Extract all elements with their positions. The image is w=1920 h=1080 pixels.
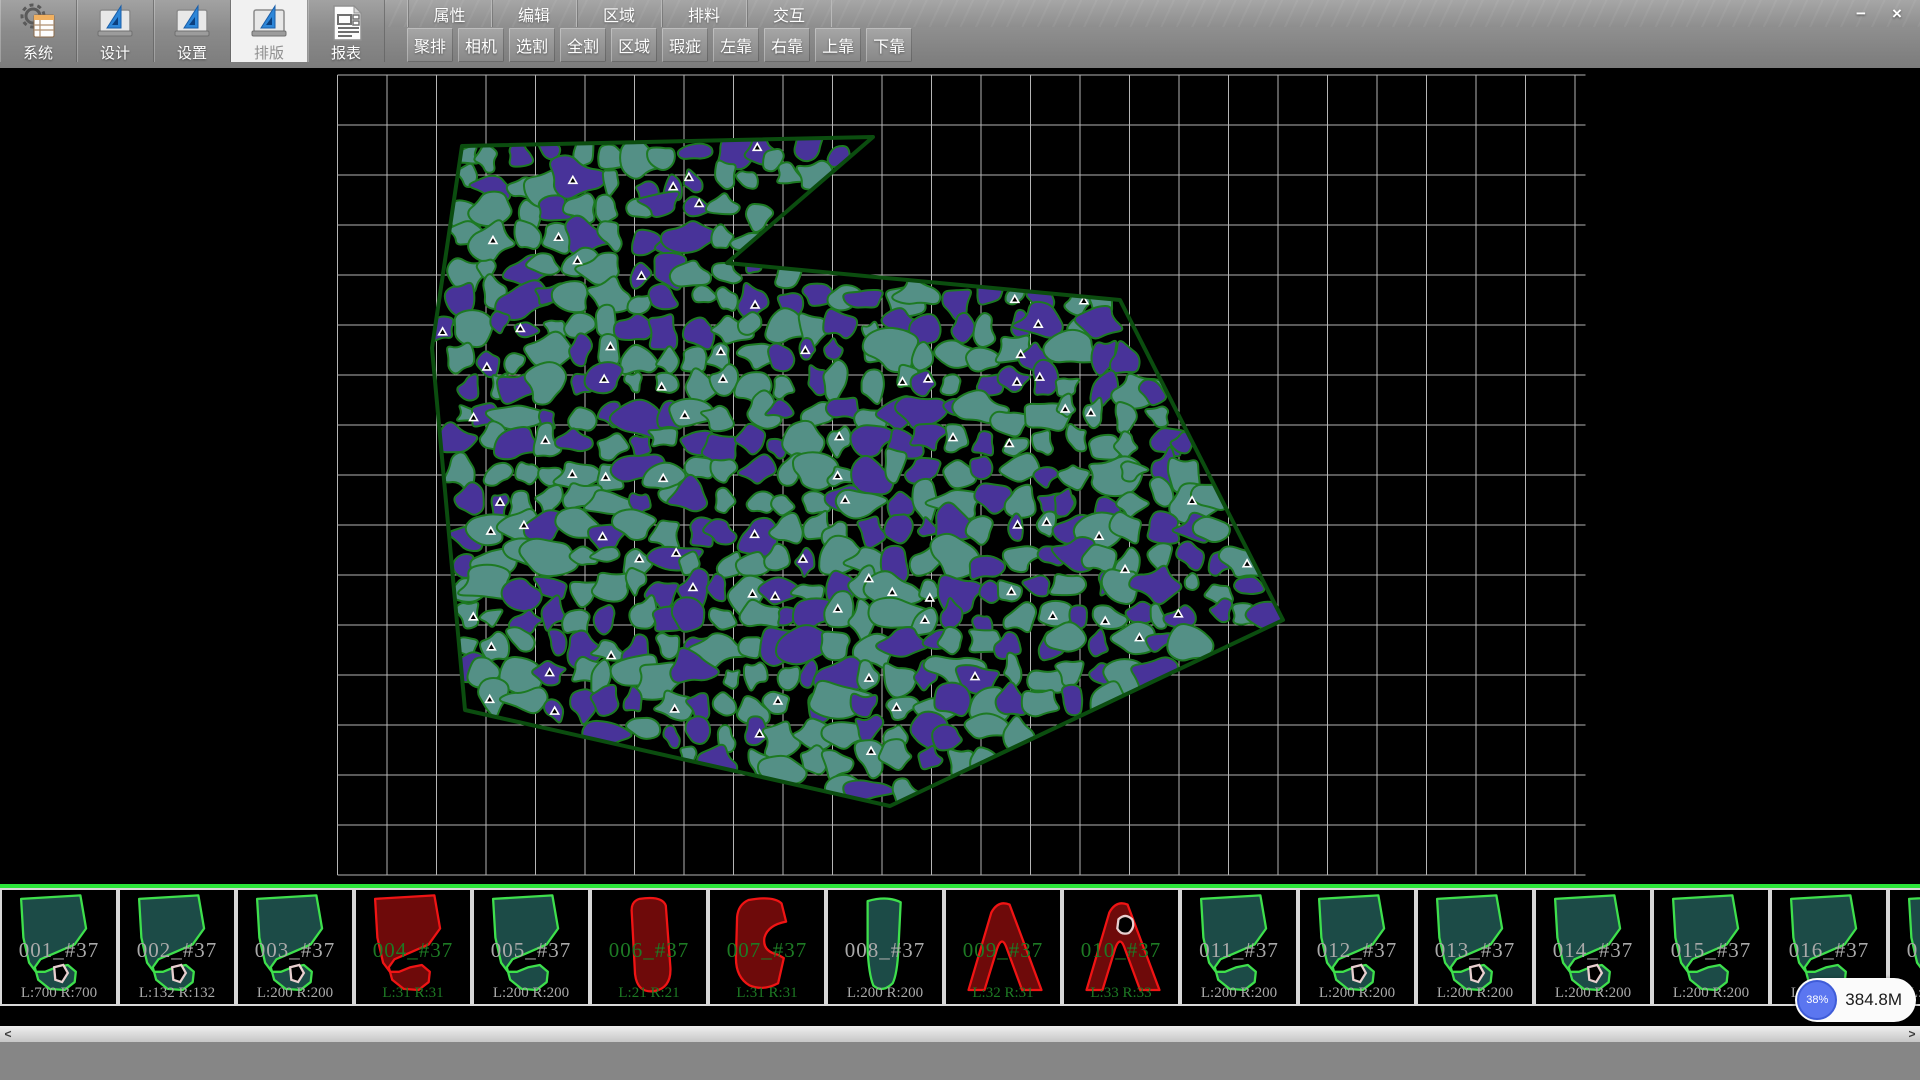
- piece-lr-count: L:200 R:200: [238, 985, 352, 1002]
- window-controls: − ×: [1846, 0, 1920, 27]
- menu-tab-row: 属性编辑区域排料交互 − ×: [385, 0, 1920, 27]
- piece-id: 009_#37: [946, 938, 1060, 963]
- tool-button-3[interactable]: 选割: [509, 28, 555, 62]
- nav-button-3[interactable]: 设置: [154, 0, 231, 62]
- piece-id: 012_#37: [1300, 938, 1414, 963]
- scroll-left-icon[interactable]: <: [0, 1026, 16, 1042]
- piece-lr-count: L:21 R:21: [592, 985, 706, 1002]
- horizontal-scrollbar[interactable]: < >: [0, 1026, 1920, 1042]
- piece-lr-count: L:33 R:33: [1064, 985, 1178, 1002]
- menu-tab-4[interactable]: 排料: [662, 0, 747, 27]
- nav-button-1[interactable]: 系统: [0, 0, 77, 62]
- design-board-icon: [95, 3, 135, 41]
- thumbnail-007_#37[interactable]: 007_#37 L:31 R:31: [708, 888, 826, 1006]
- ribbon: 系统 设计 设置 排版 报表 属性编辑区域排料交互 − × 聚排相机选割全割区域…: [0, 0, 1920, 68]
- tool-button-4[interactable]: 全割: [560, 28, 606, 62]
- piece-id: 017_#37: [1890, 938, 1920, 963]
- main-nav: 系统 设计 设置 排版 报表: [0, 0, 385, 62]
- minimize-button[interactable]: −: [1846, 4, 1876, 24]
- piece-lr-count: L:32 R:31: [946, 985, 1060, 1002]
- memory-status-badge: 38% 384.8M: [1795, 978, 1916, 1022]
- thumbnail-001_#37[interactable]: 001_#37 L:700 R:700: [0, 888, 118, 1006]
- percent-value: 38%: [1806, 994, 1828, 1006]
- report-doc-icon: [326, 3, 366, 41]
- piece-id: 016_#37: [1772, 938, 1886, 963]
- piece-lr-count: L:700 R:700: [2, 985, 116, 1002]
- piece-lr-count: L:200 R:200: [828, 985, 942, 1002]
- nesting-board-icon: [249, 3, 289, 41]
- piece-id: 011_#37: [1182, 938, 1296, 963]
- piece-thumbnail-strip: 001_#37 L:700 R:700 002_#37 L:132 R:132 …: [0, 884, 1920, 1006]
- piece-lr-count: L:31 R:31: [710, 985, 824, 1002]
- percent-indicator: 38%: [1797, 980, 1837, 1020]
- nav-label: 排版: [254, 42, 284, 63]
- nav-label: 系统: [23, 42, 53, 63]
- thumbnail-008_#37[interactable]: 008_#37 L:200 R:200: [826, 888, 944, 1006]
- piece-id: 003_#37: [238, 938, 352, 963]
- menu-tab-2[interactable]: 编辑: [492, 0, 577, 27]
- thumbnail-013_#37[interactable]: 013_#37 L:200 R:200: [1416, 888, 1534, 1006]
- piece-lr-count: L:200 R:200: [1654, 985, 1768, 1002]
- nav-label: 设置: [177, 42, 207, 63]
- nesting-canvas[interactable]: [0, 68, 1920, 884]
- thumbnail-009_#37[interactable]: 009_#37 L:32 R:31: [944, 888, 1062, 1006]
- close-button[interactable]: ×: [1882, 4, 1912, 24]
- tool-button-6[interactable]: 瑕疵: [662, 28, 708, 62]
- tool-button-1[interactable]: 聚排: [407, 28, 453, 62]
- settings-board-icon: [172, 3, 212, 41]
- piece-lr-count: L:200 R:200: [1418, 985, 1532, 1002]
- thumbnail-014_#37[interactable]: 014_#37 L:200 R:200: [1534, 888, 1652, 1006]
- toolbar: 聚排相机选割全割区域瑕疵左靠右靠上靠下靠: [385, 27, 1920, 62]
- piece-id: 002_#37: [120, 938, 234, 963]
- thumbnail-015_#37[interactable]: 015_#37 L:200 R:200: [1652, 888, 1770, 1006]
- tool-button-9[interactable]: 上靠: [815, 28, 861, 62]
- scroll-right-icon[interactable]: >: [1904, 1026, 1920, 1042]
- status-bar: [0, 1042, 1920, 1080]
- piece-lr-count: L:200 R:200: [474, 985, 588, 1002]
- piece-id: 001_#37: [2, 938, 116, 963]
- piece-id: 008_#37: [828, 938, 942, 963]
- piece-id: 007_#37: [710, 938, 824, 963]
- piece-lr-count: L:132 R:132: [120, 985, 234, 1002]
- memory-value: 384.8M: [1845, 990, 1902, 1010]
- thumbnail-006_#37[interactable]: 006_#37 L:21 R:21: [590, 888, 708, 1006]
- thumbnail-003_#37[interactable]: 003_#37 L:200 R:200: [236, 888, 354, 1006]
- tool-button-2[interactable]: 相机: [458, 28, 504, 62]
- tool-button-8[interactable]: 右靠: [764, 28, 810, 62]
- menu-tab-5[interactable]: 交互: [747, 0, 832, 27]
- thumbnail-010_#37[interactable]: 010_#37 L:33 R:33: [1062, 888, 1180, 1006]
- nav-button-5[interactable]: 报表: [308, 0, 385, 62]
- thumbnail-004_#37[interactable]: 004_#37 L:31 R:31: [354, 888, 472, 1006]
- piece-id: 014_#37: [1536, 938, 1650, 963]
- piece-id: 006_#37: [592, 938, 706, 963]
- thumbnail-012_#37[interactable]: 012_#37 L:200 R:200: [1298, 888, 1416, 1006]
- nav-label: 设计: [100, 42, 130, 63]
- piece-id: 010_#37: [1064, 938, 1178, 963]
- piece-id: 013_#37: [1418, 938, 1532, 963]
- tool-button-10[interactable]: 下靠: [866, 28, 912, 62]
- piece-id: 004_#37: [356, 938, 470, 963]
- piece-lr-count: L:200 R:200: [1182, 985, 1296, 1002]
- ribbon-right: 属性编辑区域排料交互 − × 聚排相机选割全割区域瑕疵左靠右靠上靠下靠: [385, 0, 1920, 68]
- thumbnail-002_#37[interactable]: 002_#37 L:132 R:132: [118, 888, 236, 1006]
- piece-id: 005_#37: [474, 938, 588, 963]
- piece-lr-count: L:200 R:200: [1536, 985, 1650, 1002]
- tool-button-5[interactable]: 区域: [611, 28, 657, 62]
- thumbnail-011_#37[interactable]: 011_#37 L:200 R:200: [1180, 888, 1298, 1006]
- nav-label: 报表: [331, 42, 361, 63]
- menu-tab-1[interactable]: 属性: [407, 0, 492, 27]
- piece-lr-count: L:31 R:31: [356, 985, 470, 1002]
- piece-lr-count: L:200 R:200: [1300, 985, 1414, 1002]
- tool-button-7[interactable]: 左靠: [713, 28, 759, 62]
- gear-table-icon: [18, 3, 58, 41]
- nav-button-2[interactable]: 设计: [77, 0, 154, 62]
- piece-id: 015_#37: [1654, 938, 1768, 963]
- thumbnail-005_#37[interactable]: 005_#37 L:200 R:200: [472, 888, 590, 1006]
- nav-button-4[interactable]: 排版: [231, 0, 308, 62]
- menu-tab-3[interactable]: 区域: [577, 0, 662, 27]
